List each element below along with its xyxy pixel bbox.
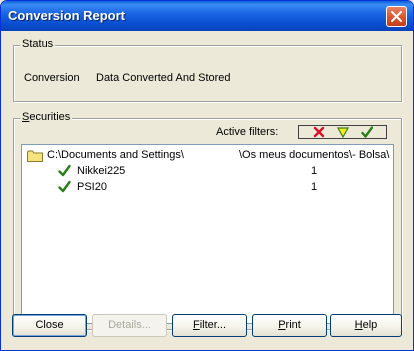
item-count: 1 (311, 165, 318, 177)
tree-item-row[interactable]: PSI20 1 (22, 179, 393, 195)
securities-tree[interactable]: C:\Documents and Settings\ \Os meus docu… (21, 144, 394, 324)
status-group-label: Status (20, 38, 56, 50)
status-value: Data Converted And Stored (96, 72, 231, 84)
close-button[interactable]: Close (12, 314, 87, 337)
print-button[interactable]: Print (252, 314, 327, 337)
conversion-report-window: Conversion Report Status Conversion Data… (0, 0, 414, 351)
green-check-icon (58, 180, 71, 196)
tree-item-row[interactable]: Nikkei225 1 (22, 163, 393, 179)
status-key: Conversion (24, 72, 80, 84)
folder-path: C:\Documents and Settings\ (47, 149, 184, 161)
green-check-icon (58, 164, 71, 180)
item-name: Nikkei225 (77, 165, 126, 177)
green-check-icon[interactable] (361, 126, 374, 141)
status-group: Status Conversion Data Converted And Sto… (13, 38, 402, 102)
folder-path-right: \Os meus documentos\- Bolsa\ (239, 149, 390, 161)
yellow-triangle-icon[interactable] (336, 126, 350, 141)
details-button[interactable]: Details... (92, 314, 167, 337)
item-count: 1 (311, 181, 318, 193)
window-close-button[interactable] (386, 6, 407, 27)
help-button[interactable]: Help (330, 314, 402, 337)
securities-group: Securities Active filters: C:\Documents … (13, 111, 402, 330)
window-title: Conversion Report (8, 8, 126, 23)
item-name: PSI20 (77, 181, 107, 193)
dialog-body: Status Conversion Data Converted And Sto… (4, 31, 410, 349)
filter-button[interactable]: Filter... (172, 314, 247, 337)
tree-folder-row[interactable]: C:\Documents and Settings\ \Os meus docu… (22, 147, 393, 163)
title-bar[interactable]: Conversion Report (1, 1, 413, 31)
securities-group-label: Securities (20, 111, 73, 123)
red-x-icon[interactable] (313, 126, 325, 141)
close-icon (391, 11, 402, 22)
active-filters-strip (298, 125, 387, 139)
active-filters-label: Active filters: (216, 126, 279, 138)
